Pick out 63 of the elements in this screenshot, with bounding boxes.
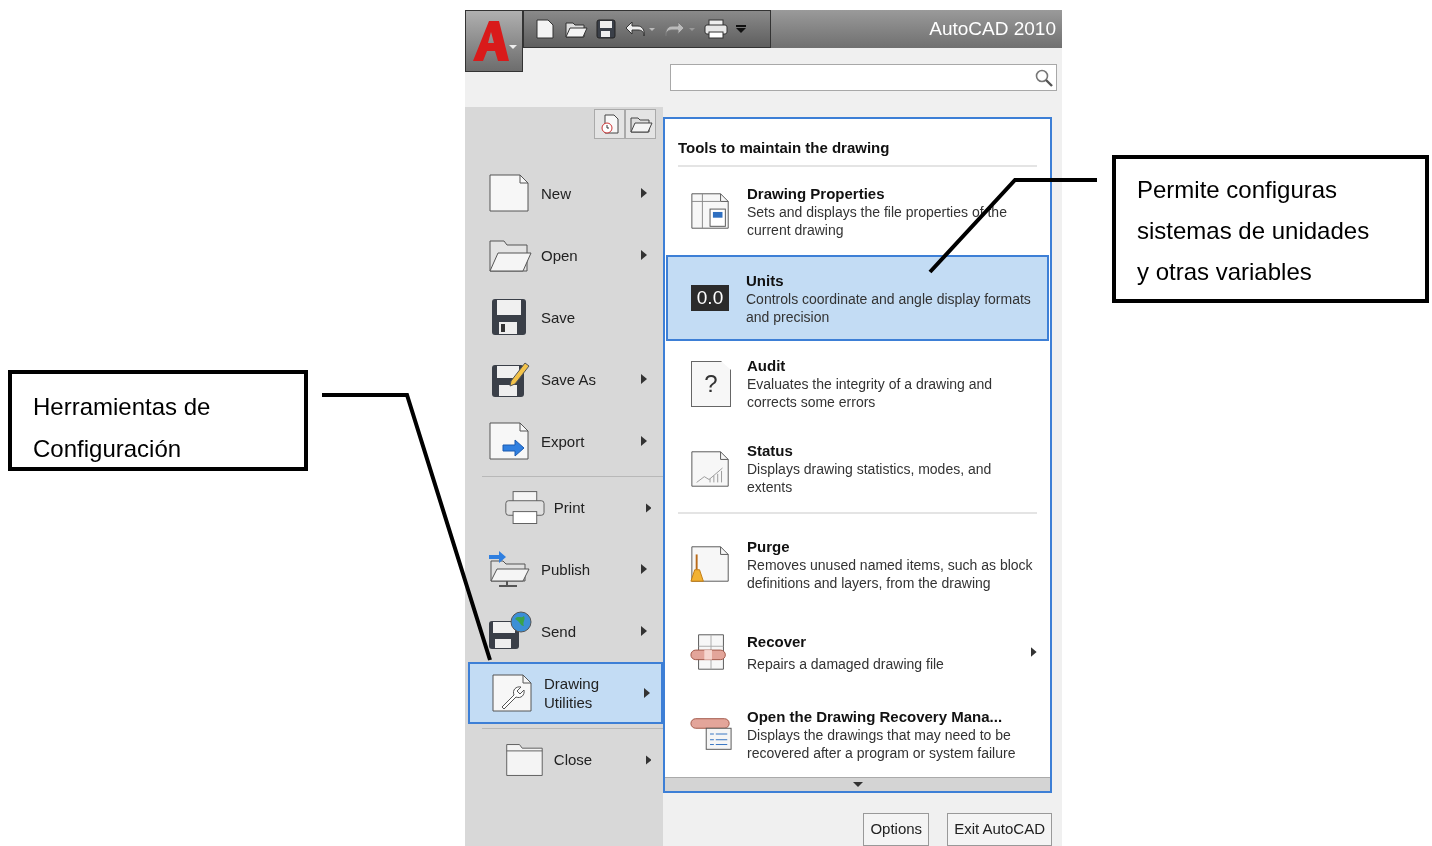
open-folder-icon [628,114,653,134]
search-icon [1035,68,1053,87]
submenu-arrow-icon [641,626,647,636]
menu-item[interactable]: Drawing Utilities [468,662,663,724]
submenu-arrow-icon [645,502,651,513]
submenu-item[interactable]: Status Displays drawing statistics, modes, and extents [666,426,1049,512]
search-field[interactable] [670,64,1057,91]
menu-item[interactable]: Open [465,224,663,286]
menu-item[interactable]: Send [465,600,663,662]
menu-item[interactable]: New [465,162,663,224]
item-description: Displays the drawings that may need to be recovered after a program or system failure [747,725,1017,762]
save-icon[interactable] [596,19,616,39]
window-title: AutoCAD 2010 [929,16,1056,41]
item-title: Purge [747,536,791,556]
item-title: Units [746,270,785,290]
submenu-arrow-icon [641,188,647,198]
document-clock-icon [598,113,621,135]
item-title: Drawing Properties [747,183,886,203]
menu-item[interactable]: Export [465,410,663,472]
caret-down-icon [852,781,863,788]
item-description: Repairs a damaged drawing file [747,654,945,673]
menu-item[interactable]: Publish [465,538,663,600]
application-menu-button[interactable] [465,10,523,72]
undo-icon[interactable] [624,19,656,39]
menu-item[interactable]: Print [482,476,663,538]
submenu-item[interactable]: Recover Repairs a damaged drawing file [666,613,1049,692]
submenu-item[interactable]: ? Audit Evaluates the integrity of a drawing and corrects some errors [666,341,1049,427]
new-file-icon[interactable] [534,19,556,39]
item-description: Controls coordinate and angle display formats and precision [746,289,1032,326]
submenu-arrow-icon [641,374,647,384]
send-icon [487,611,533,651]
menu-item[interactable]: Save As [465,348,663,410]
item-title: Status [747,441,794,461]
submenu-arrow-icon [641,564,647,574]
menu-item[interactable]: Save [465,286,663,348]
open-folder-icon[interactable] [564,19,588,39]
publish-icon [487,549,533,589]
item-description: Evaluates the integrity of a drawing and corrects some errors [747,375,994,412]
submenu-arrow-icon [641,436,647,446]
units-icon: 0.0 [691,285,729,312]
footer-button[interactable]: Options [863,813,930,846]
submenu-item[interactable]: Open the Drawing Recovery Mana... Displays the drawings that may need to be recovered after a program or system failure [666,691,1049,778]
recent-documents-button[interactable] [594,109,625,139]
submenu-arrow-icon [644,688,650,698]
submenu-arrow-icon [645,754,651,765]
submenu-item[interactable]: 0.0 Units Controls coordinate and angle display formats and precision [666,255,1049,342]
item-title: Open the Drawing Recovery Mana... [747,706,1004,726]
item-title: Audit [747,356,787,376]
submenu-arrow-icon [1031,647,1037,658]
menu-item[interactable]: Close [482,728,663,790]
open-documents-button[interactable] [625,109,656,139]
item-title: Recover [747,631,808,651]
panel-header: Tools to maintain the drawing [678,137,891,158]
callout-text: Permite configuras sistemas de unidades y otras variables [1112,155,1429,303]
footer-button[interactable]: Exit AutoCAD [947,813,1052,846]
item-description: Displays drawing statistics, modes, and extents [747,460,993,497]
question-document-icon: ? [691,360,731,407]
printer-icon[interactable] [704,19,728,39]
callout-text: Herramientas de Configuración [8,370,308,471]
dropdown-icon[interactable] [736,24,746,34]
item-description: Removes unused named items, such as block definitions and layers, from the drawing [747,555,1034,592]
submenu-arrow-icon [641,250,647,260]
submenu-item[interactable]: Purge Removes unused named items, such as block definitions and layers, from the drawing [666,515,1049,614]
